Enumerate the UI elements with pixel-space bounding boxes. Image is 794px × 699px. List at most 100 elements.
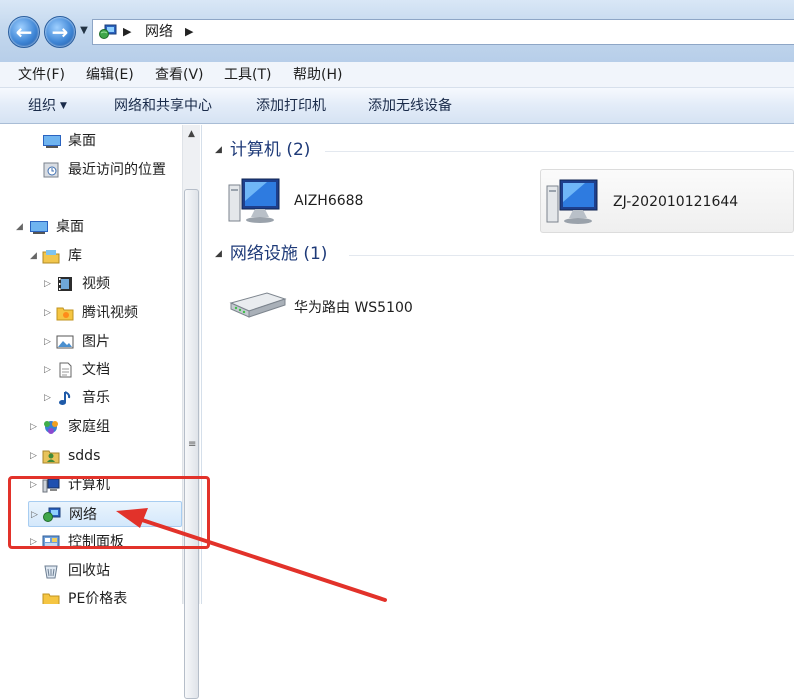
organize-button[interactable]: 组织 ▼ <box>28 97 67 115</box>
tree-item-library[interactable]: ◢ 库 <box>30 243 182 269</box>
collapse-triangle-icon: ◢ <box>215 249 222 259</box>
command-bar: 组织 ▼ 网络和共享中心 添加打印机 添加无线设备 <box>0 88 794 124</box>
computer-icon <box>228 178 280 223</box>
tree-label: 视频 <box>82 276 110 292</box>
menu-tools[interactable]: 工具(T) <box>224 66 271 84</box>
chevron-up-icon: ▲ <box>188 129 195 139</box>
add-wireless-device-button[interactable]: 添加无线设备 <box>368 97 452 115</box>
chevron-down-icon: ▼ <box>80 25 88 36</box>
tree-item-videos[interactable]: ▷ 视频 <box>44 271 182 297</box>
nav-scrollbar[interactable]: ▲ ≡ <box>182 125 200 699</box>
group-divider <box>349 255 794 256</box>
back-arrow-icon: ← <box>15 20 33 44</box>
breadcrumb-network[interactable]: 网络 <box>145 23 173 41</box>
forward-button[interactable]: → <box>44 16 76 48</box>
nav-label: 桌面 <box>68 133 96 149</box>
menu-help[interactable]: 帮助(H) <box>293 66 342 84</box>
network-item-zj-202010121644[interactable]: ZJ-202010121644 <box>540 169 794 233</box>
tree-item-sdds[interactable]: ▷ sdds <box>30 443 182 469</box>
title-bar: ← → ▼ ▶ 网络 ▶ <box>0 0 794 62</box>
content-pane[interactable]: ◢ 计算机 (2) AIZH6688 ZJ-202010121644 ◢ 网络设施 … <box>203 125 794 604</box>
group-header-network-infrastructure[interactable]: ◢ 网络设施 (1) <box>215 243 327 265</box>
video-icon <box>58 277 72 291</box>
menu-view[interactable]: 查看(V) <box>155 66 204 84</box>
nav-label: 最近访问的位置 <box>68 162 166 178</box>
nav-fav-desktop[interactable]: 桌面 <box>40 128 180 154</box>
network-sharing-center-button[interactable]: 网络和共享中心 <box>114 97 212 115</box>
tree-item-pe-price-list[interactable]: PE价格表 <box>30 586 182 604</box>
tree-item-computer[interactable]: ▷ 计算机 <box>30 472 182 498</box>
tree-item-desktop[interactable]: ◢ 桌面 <box>16 214 182 240</box>
collapsed-arrow-icon[interactable]: ▷ <box>31 502 41 528</box>
item-label: ZJ-202010121644 <box>613 194 739 210</box>
pictures-icon <box>56 335 74 349</box>
nav-fav-recent-places[interactable]: 最近访问的位置 <box>40 157 182 183</box>
desktop-icon <box>43 135 61 148</box>
router-icon <box>229 292 287 318</box>
collapsed-arrow-icon[interactable]: ▷ <box>44 300 54 326</box>
collapsed-arrow-icon[interactable]: ▷ <box>30 443 40 469</box>
menu-edit[interactable]: 编辑(E) <box>86 66 134 84</box>
tree-item-pictures[interactable]: ▷ 图片 <box>44 329 182 355</box>
item-label: AIZH6688 <box>294 193 364 209</box>
recycle-bin-icon <box>44 565 58 579</box>
tree-item-tencent-video[interactable]: ▷ 腾讯视频 <box>44 300 182 326</box>
tree-label: 家庭组 <box>68 419 110 435</box>
expanded-arrow-icon[interactable]: ◢ <box>30 243 40 269</box>
navigation-pane[interactable]: 桌面 最近访问的位置 ◢ 桌面 ◢ 库 ▷ 视频 ▷ 腾讯视频 ▷ 图片 ▷ 文… <box>0 125 202 604</box>
recent-pages-dropdown[interactable]: ▼ <box>78 24 90 38</box>
forward-arrow-icon: → <box>51 20 69 44</box>
collapsed-arrow-icon[interactable]: ▷ <box>44 329 54 355</box>
network-icon <box>43 507 61 522</box>
collapsed-arrow-icon[interactable]: ▷ <box>44 357 54 383</box>
user-folder-icon <box>42 450 60 464</box>
breadcrumb-separator-icon[interactable]: ▶ <box>123 24 131 40</box>
tree-label: 图片 <box>82 334 110 350</box>
computer-icon <box>42 478 60 493</box>
tree-item-documents[interactable]: ▷ 文档 <box>44 357 182 383</box>
collapsed-arrow-icon[interactable]: ▷ <box>30 472 40 498</box>
tree-item-music[interactable]: ▷ 音乐 <box>44 385 182 411</box>
folder-icon <box>56 307 74 321</box>
tree-item-network[interactable]: ▷ 网络 <box>28 501 182 527</box>
collapsed-arrow-icon[interactable]: ▷ <box>30 529 40 555</box>
group-title: 计算机 (2) <box>229 140 311 160</box>
homegroup-icon <box>44 421 58 434</box>
back-button[interactable]: ← <box>8 16 40 48</box>
library-icon <box>42 250 60 264</box>
breadcrumb-separator-icon[interactable]: ▶ <box>185 24 193 40</box>
tree-label: 文档 <box>82 362 110 378</box>
tree-label: 腾讯视频 <box>82 305 138 321</box>
folder-icon <box>42 593 60 604</box>
add-printer-button[interactable]: 添加打印机 <box>256 97 326 115</box>
menu-bar: 文件(F) 编辑(E) 查看(V) 工具(T) 帮助(H) <box>0 62 794 88</box>
tree-label: 音乐 <box>82 390 110 406</box>
tree-label: sdds <box>68 448 101 464</box>
expanded-arrow-icon[interactable]: ◢ <box>16 214 26 240</box>
tree-item-control-panel[interactable]: ▷ 控制面板 <box>30 529 182 555</box>
collapsed-arrow-icon[interactable]: ▷ <box>44 271 54 297</box>
collapse-triangle-icon: ◢ <box>215 145 222 155</box>
collapsed-arrow-icon[interactable]: ▷ <box>30 414 40 440</box>
computer-icon <box>546 179 598 224</box>
group-divider <box>325 151 794 152</box>
chevron-down-icon: ▼ <box>60 101 67 111</box>
menu-file[interactable]: 文件(F) <box>18 66 65 84</box>
group-title: 网络设施 (1) <box>229 244 328 264</box>
address-bar[interactable]: ▶ 网络 ▶ <box>92 19 794 45</box>
network-item-huawei-router[interactable]: 华为路由 WS5100 <box>223 273 523 337</box>
scroll-up-button[interactable]: ▲ <box>183 125 200 143</box>
grip-icon: ≡ <box>188 439 197 450</box>
scroll-thumb[interactable]: ≡ <box>184 189 199 699</box>
tree-item-homegroup[interactable]: ▷ 家庭组 <box>30 414 182 440</box>
item-label: 华为路由 WS5100 <box>294 300 413 316</box>
tree-label: 控制面板 <box>68 534 124 550</box>
control-panel-icon <box>42 535 60 549</box>
tree-label: 回收站 <box>68 563 110 579</box>
tree-item-recycle-bin[interactable]: 回收站 <box>30 558 182 584</box>
collapsed-arrow-icon[interactable]: ▷ <box>44 385 54 411</box>
organize-label: 组织 <box>28 98 56 114</box>
group-header-computers[interactable]: ◢ 计算机 (2) <box>215 139 310 161</box>
network-item-aizh6688[interactable]: AIZH6688 <box>223 169 523 233</box>
documents-icon <box>59 362 72 378</box>
